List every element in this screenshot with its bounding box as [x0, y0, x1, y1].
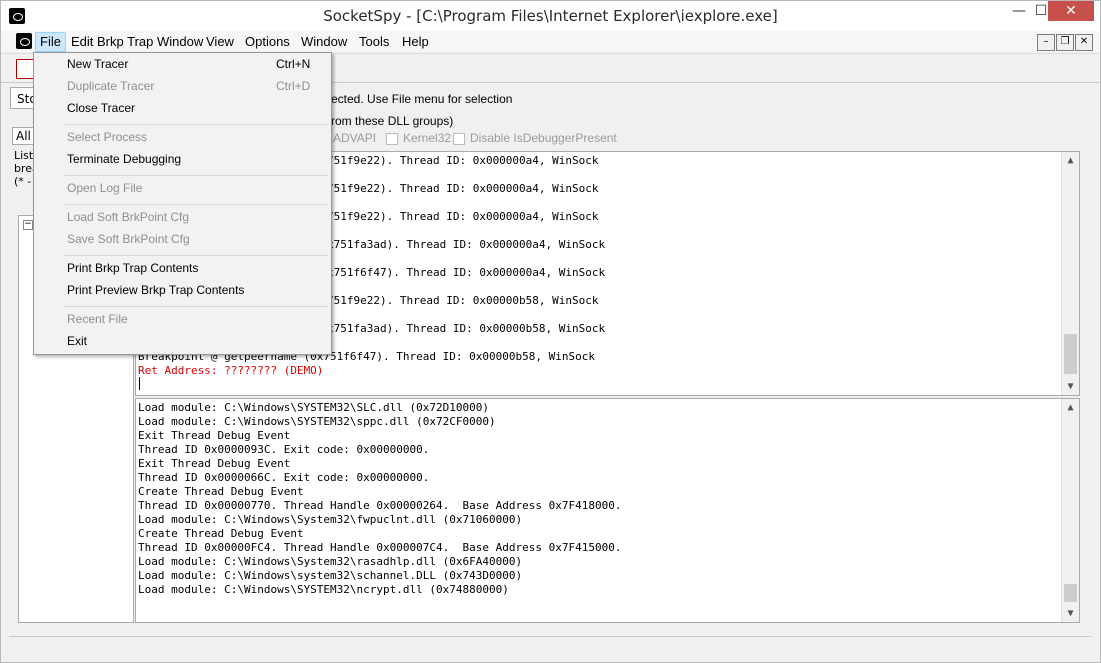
menu-separator — [64, 255, 328, 256]
menu-view[interactable]: View — [202, 33, 238, 51]
log-line: Load module: C:\Windows\System32\rasadhl… — [138, 555, 523, 568]
menu-item-save-soft-brkpoint-cfg[interactable]: Save Soft BrkPoint Cfg — [34, 229, 331, 251]
menu-separator — [64, 175, 328, 176]
trap-line: 751f9e22). Thread ID: 0x000000a4, WinSoc… — [327, 154, 599, 167]
menu-item-label: Select Process — [67, 130, 148, 144]
tree-collapse-icon[interactable]: − — [23, 220, 33, 230]
trap-line: 751f9e22). Thread ID: 0x000000a4, WinSoc… — [327, 182, 599, 195]
log-line: Exit Thread Debug Event — [138, 457, 291, 470]
menu-options[interactable]: Options — [241, 33, 294, 51]
menu-item-open-log-file[interactable]: Open Log File — [34, 178, 331, 200]
menu-item-label: Terminate Debugging — [67, 152, 182, 166]
scroll-thumb[interactable] — [1064, 584, 1077, 602]
scroll-thumb[interactable] — [1064, 334, 1077, 374]
log-line: Thread ID 0x0000093C. Exit code: 0x00000… — [138, 443, 430, 456]
menu-item-recent-file[interactable]: Recent File — [34, 309, 331, 331]
menu-window[interactable]: Window — [297, 33, 351, 51]
checkbox-advapi[interactable]: ADVAPI — [333, 131, 376, 145]
menu-item-label: Close Tracer — [67, 101, 136, 115]
scroll-down-icon[interactable]: ▼ — [1062, 605, 1079, 622]
window-title: SocketSpy - [C:\Program Files\Internet E… — [323, 7, 778, 25]
menu-item-label: Open Log File — [67, 181, 143, 195]
menu-bar: File Edit Brkp Trap Window View Options … — [1, 31, 1100, 52]
menu-separator — [64, 204, 328, 205]
checkbox-box[interactable] — [386, 132, 398, 145]
selection-hint: ected. Use File menu for selection — [331, 92, 513, 106]
checkbox-label: ADVAPI — [333, 131, 377, 145]
menu-item-label: Load Soft BrkPoint Cfg — [67, 210, 190, 224]
checkbox-label: Kernel32 — [403, 131, 452, 145]
checkbox-box[interactable] — [453, 132, 465, 145]
menu-tools[interactable]: Tools — [355, 33, 393, 51]
log-line: Load module: C:\Windows\SYSTEM32\sppc.dl… — [138, 415, 496, 428]
mdi-close-button[interactable]: ✕ — [1075, 34, 1093, 51]
log-line: Create Thread Debug Event — [138, 527, 304, 540]
trap-line: x751fa3ad). Thread ID: 0x00000b58, WinSo… — [327, 322, 606, 335]
menu-item-label: New Tracer — [67, 57, 129, 71]
ret-address-line: Ret Address: ???????? (DEMO) — [138, 364, 324, 377]
title-bar[interactable]: SocketSpy - [C:\Program Files\Internet E… — [1, 1, 1100, 31]
scroll-up-icon[interactable]: ▲ — [1062, 152, 1079, 169]
menu-file[interactable]: File — [35, 32, 66, 52]
minimize-button[interactable]: — — [1004, 1, 1034, 21]
trap-line: x751f6f47). Thread ID: 0x000000a4, WinSo… — [327, 266, 606, 279]
menu-item-label: Save Soft BrkPoint Cfg — [67, 232, 190, 246]
menu-edit-brkp-trap-window[interactable]: Edit Brkp Trap Window — [67, 33, 207, 51]
log-scrollbar[interactable]: ▲ ▼ — [1061, 399, 1079, 622]
menu-item-duplicate-tracer[interactable]: Duplicate Tracer Ctrl+D — [34, 76, 331, 98]
menu-help[interactable]: Help — [398, 33, 433, 51]
menu-item-exit[interactable]: Exit — [34, 331, 331, 353]
menu-item-shortcut: Ctrl+N — [276, 57, 311, 71]
checkbox-kernel32[interactable]: Kernel32 — [386, 131, 451, 145]
mdi-child-eye-icon[interactable] — [16, 33, 32, 49]
mdi-minimize-button[interactable]: – — [1037, 34, 1055, 51]
log-line: Load module: C:\Windows\SYSTEM32\ncrypt.… — [138, 583, 509, 596]
maximize-button[interactable]: ☐ — [1034, 1, 1048, 21]
menu-item-label: Exit — [67, 334, 88, 348]
menu-item-shortcut: Ctrl+D — [276, 79, 311, 93]
menu-item-new-tracer[interactable]: New Tracer Ctrl+N — [34, 54, 331, 76]
menu-item-label: Duplicate Tracer — [67, 79, 155, 93]
status-bar — [9, 636, 1092, 655]
menu-item-label: Print Preview Brkp Trap Contents — [67, 283, 245, 297]
menu-item-load-soft-brkpoint-cfg[interactable]: Load Soft BrkPoint Cfg — [34, 207, 331, 229]
log-line: Load module: C:\Windows\system32\schanne… — [138, 569, 523, 582]
menu-item-label: Recent File — [67, 312, 128, 326]
log-line: Create Thread Debug Event — [138, 485, 304, 498]
main-window: SocketSpy - [C:\Program Files\Internet E… — [0, 0, 1101, 663]
menu-item-print-brkp-trap-contents[interactable]: Print Brkp Trap Contents — [34, 258, 331, 280]
menu-item-select-process[interactable]: Select Process — [34, 127, 331, 149]
menu-item-terminate-debugging[interactable]: Terminate Debugging — [34, 149, 331, 171]
trap-line: 751f9e22). Thread ID: 0x000000a4, WinSoc… — [327, 210, 599, 223]
log-line: Thread ID 0x00000770. Thread Handle 0x00… — [138, 499, 622, 512]
checkbox-label: Disable IsDebuggerPresent — [470, 131, 617, 145]
menu-separator — [64, 124, 328, 125]
log-line: Load module: C:\Windows\System32\fwpucln… — [138, 513, 523, 526]
dll-groups-hint: rom these DLL groups) — [331, 114, 454, 128]
menu-separator — [64, 306, 328, 307]
trap-line: 751f9e22). Thread ID: 0x00000b58, WinSoc… — [327, 294, 599, 307]
close-button[interactable]: ✕ — [1048, 1, 1094, 21]
scroll-down-icon[interactable]: ▼ — [1062, 378, 1079, 395]
log-line: Load module: C:\Windows\SYSTEM32\SLC.dll… — [138, 401, 489, 414]
menu-item-close-tracer[interactable]: Close Tracer — [34, 98, 331, 120]
mdi-restore-button[interactable]: ❐ — [1056, 34, 1074, 51]
log-line: Thread ID 0x00000FC4. Thread Handle 0x00… — [138, 541, 622, 554]
menu-item-label: Print Brkp Trap Contents — [67, 261, 199, 275]
trap-line: x751fa3ad). Thread ID: 0x000000a4, WinSo… — [327, 238, 606, 251]
log-line: Thread ID 0x0000066C. Exit code: 0x00000… — [138, 471, 430, 484]
checkbox-disable-isdebuggerpresent[interactable]: Disable IsDebuggerPresent — [453, 131, 617, 145]
debug-log-pane[interactable]: Load module: C:\Windows\SYSTEM32\SLC.dll… — [135, 398, 1080, 623]
log-line: Exit Thread Debug Event — [138, 429, 291, 442]
menu-item-print-preview-brkp-trap-contents[interactable]: Print Preview Brkp Trap Contents — [34, 280, 331, 302]
scroll-up-icon[interactable]: ▲ — [1062, 399, 1079, 416]
text-caret — [139, 377, 140, 390]
file-menu-dropdown: New Tracer Ctrl+N Duplicate Tracer Ctrl+… — [33, 52, 332, 355]
trap-scrollbar[interactable]: ▲ ▼ — [1061, 152, 1079, 395]
